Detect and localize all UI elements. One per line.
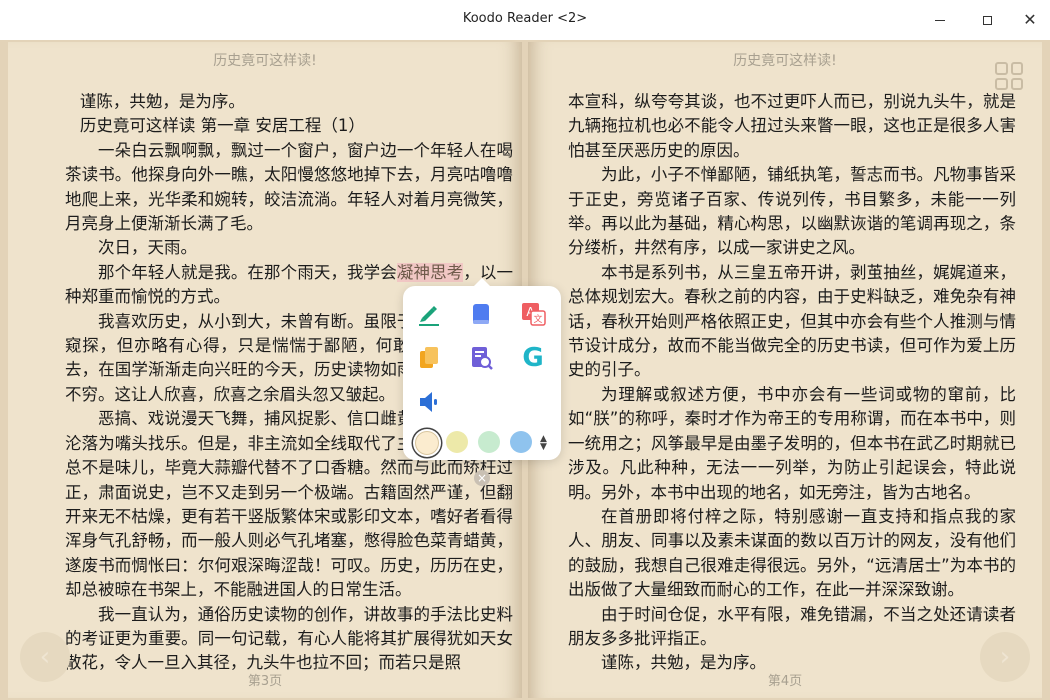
search-in-book-icon (472, 347, 493, 370)
paragraph: 为理解或叙述方便，书中亦会有一些词或物的窜前，比如“朕”的称呼，秦时才作为帝王的… (568, 384, 1016, 502)
left-page-header: 历史竟可这样读! (213, 53, 317, 69)
note-button[interactable] (465, 298, 497, 330)
highlight-color-swatch[interactable] (415, 431, 439, 455)
paragraph: 我一直认为，通俗历史读物的创作，讲故事的手法比史料的考证更为重要。同一句记载，有… (65, 604, 513, 673)
chapter-heading: 历史竟可这样读 第一章 安居工程（1） (79, 116, 365, 136)
copy-icon (420, 347, 438, 368)
paragraph: 为此，小子不惮鄙陋，铺纸执笔，誓志而书。凡物事皆采于正史，旁览诸子百家、传说列传… (568, 165, 1016, 258)
right-page-header: 历史竟可这样读! (733, 53, 837, 69)
title-bar: Koodo Reader <2> ✕ (0, 0, 1050, 40)
paragraph: 次日，天雨。 (98, 238, 197, 258)
left-page-number: 第3页 (247, 674, 283, 689)
paragraph: 由于时间仓促，水平有限，难免错漏，不当之处还请读者朋友多多批评指正。 (568, 604, 1016, 648)
read-aloud-button[interactable] (413, 386, 445, 418)
selection-popup-menu: A 文 G ▲▼ (403, 278, 561, 460)
close-button[interactable]: ✕ (1018, 8, 1042, 32)
google-search-button[interactable]: G (517, 342, 549, 374)
translate-button[interactable]: A 文 (517, 298, 549, 330)
highlight-button[interactable] (413, 298, 445, 330)
right-page: 历史竟可这样读! 本宣科，纵夸夸其谈，也不过更吓人而已，别说九头牛，就是九辆拖拉… (528, 42, 1042, 698)
chevron-left-icon: ‹ (39, 642, 51, 672)
highlight-color-swatch[interactable] (478, 431, 500, 453)
right-page-number: 第4页 (767, 674, 803, 689)
paragraph: 本书是系列书，从三皇五帝开讲，剥茧抽丝，娓娓道来，总体规划宏大。春秋之前的内容，… (568, 262, 1016, 380)
next-page-button[interactable]: › (980, 632, 1030, 682)
paragraph: 在首册即将付梓之际，特别感谢一直支持和指点我的家人、朋友、同事以及素未谋面的数以… (568, 506, 1016, 600)
grid-view-icon[interactable] (995, 62, 1023, 90)
chevron-right-icon: › (999, 642, 1011, 672)
close-icon: ✕ (1023, 10, 1037, 29)
highlight-color-swatch[interactable] (446, 431, 468, 453)
popup-close-button[interactable]: × (474, 470, 490, 486)
paragraph: 本宣科，纵夸夸其谈，也不过更吓人而已，别说九头牛，就是九辆拖拉机也必不能令人扭过… (568, 92, 1016, 160)
search-book-button[interactable] (465, 342, 497, 374)
svg-text:文: 文 (533, 313, 542, 325)
window-title: Koodo Reader <2> (462, 11, 588, 26)
paragraph: 谨陈，共勉，是为序。 (79, 92, 245, 111)
previous-page-button[interactable]: ‹ (20, 632, 70, 682)
right-page-text[interactable]: 本宣科，纵夸夸其谈，也不过更吓人而已，别说九头牛，就是九辆拖拉机也必不能令人扭过… (568, 90, 1016, 676)
minimize-icon (935, 19, 945, 21)
close-icon: × (476, 471, 488, 485)
maximize-button[interactable] (975, 8, 999, 32)
google-search-icon: G (522, 343, 544, 373)
color-switch-arrows-icon[interactable]: ▲ ▼ (540, 435, 547, 452)
highlighted-text[interactable]: 凝神思考 (396, 262, 464, 282)
speaker-icon (420, 392, 437, 412)
highlighter-icon (419, 306, 439, 326)
minimize-button[interactable] (928, 8, 952, 32)
copy-button[interactable] (413, 342, 445, 374)
paragraph: 一朵白云飘啊飘，飘过一个窗户，窗户边一个年轻人在喝茶读书。他探身向外一瞧，太阳慢… (65, 140, 513, 234)
maximize-icon (982, 15, 992, 25)
text-span: 那个年轻人就是我。在那个雨天，我学会 (98, 262, 397, 282)
bookmark-note-icon (473, 304, 489, 324)
highlight-color-swatch[interactable] (510, 431, 532, 453)
translate-icon: A 文 (522, 303, 546, 326)
